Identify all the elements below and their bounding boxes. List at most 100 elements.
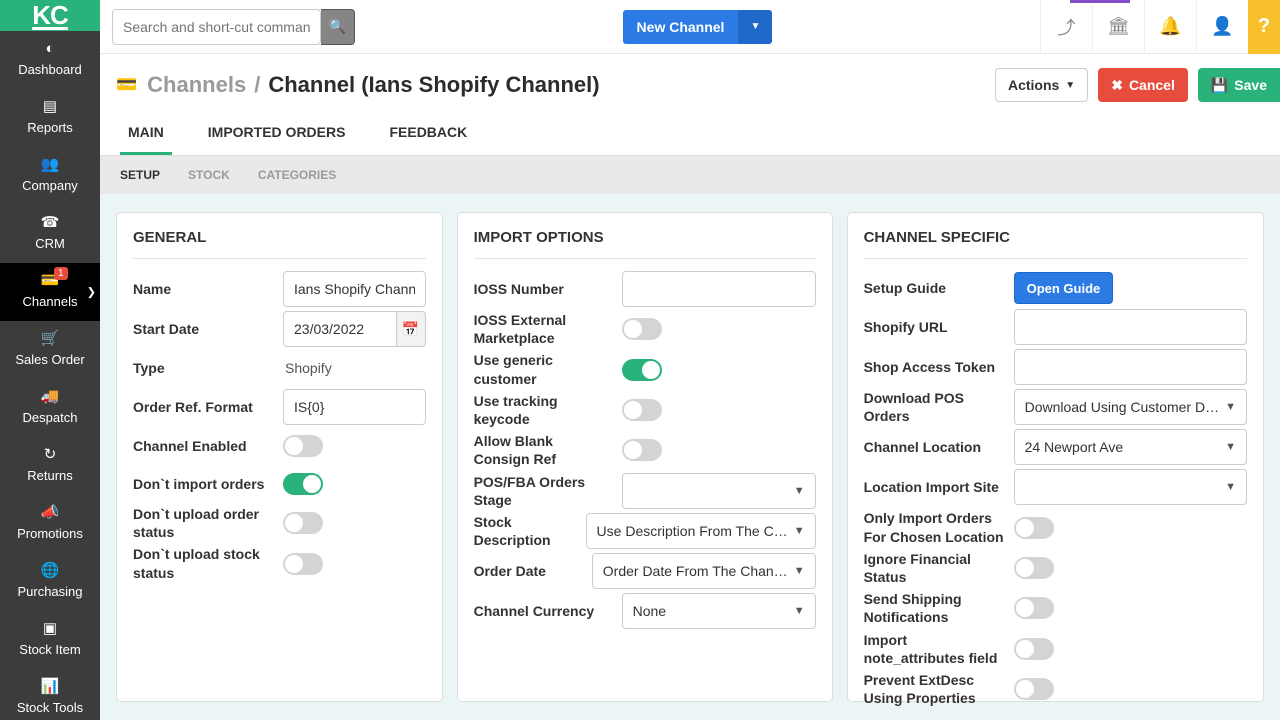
sidebar-item-despatch[interactable]: 🚚 Despatch	[0, 379, 100, 437]
nav-icon: 🚚	[4, 389, 96, 404]
sidebar-item-channels[interactable]: 💳Channels1❯	[0, 263, 100, 321]
brand-logo[interactable]: KC	[0, 0, 100, 31]
note-attr-toggle[interactable]	[1014, 638, 1054, 660]
nav-label: Promotions	[17, 526, 83, 541]
tab-main[interactable]: MAIN	[120, 112, 172, 155]
channel-icon: 💳	[116, 75, 137, 95]
cancel-button[interactable]: ✖Cancel	[1098, 68, 1188, 102]
breadcrumb-root[interactable]: Channels	[147, 72, 246, 98]
order-date-select[interactable]: Order Date From The Chan…▼	[592, 553, 816, 589]
nav-label: Sales Order	[15, 352, 84, 367]
new-channel-button[interactable]: New Channel	[623, 10, 739, 44]
tab-imported-orders[interactable]: IMPORTED ORDERS	[200, 112, 354, 155]
channel-enabled-toggle[interactable]	[283, 435, 323, 457]
ioss-external-toggle[interactable]	[622, 318, 662, 340]
access-token-input[interactable]	[1014, 349, 1247, 385]
help-button[interactable]: ?	[1248, 0, 1280, 54]
dont-upload-order-toggle[interactable]	[283, 512, 323, 534]
subtab-setup[interactable]: SETUP	[120, 168, 160, 182]
actions-button[interactable]: Actions▼	[995, 68, 1088, 102]
sidebar-item-stock-tools[interactable]: 📊 Stock Tools	[0, 669, 100, 720]
chevron-down-icon: ▼	[1225, 441, 1236, 453]
dont-upload-stock-toggle[interactable]	[283, 553, 323, 575]
sidebar-item-promotions[interactable]: 📣 Promotions	[0, 495, 100, 553]
nav-label: Returns	[27, 468, 73, 483]
nav-icon: ◐	[4, 41, 96, 56]
nav-label: Company	[22, 178, 78, 193]
sidebar-item-company[interactable]: 👥 Company	[0, 147, 100, 205]
chevron-down-icon: ▼	[1225, 401, 1236, 413]
subtab-categories[interactable]: CATEGORIES	[258, 168, 336, 182]
nav-label: Despatch	[23, 410, 78, 425]
generic-customer-toggle[interactable]	[622, 359, 662, 381]
chevron-right-icon: ❯	[87, 286, 96, 299]
nav-icon: 📊	[4, 679, 96, 694]
chevron-down-icon: ▼	[751, 21, 761, 32]
sidebar-item-purchasing[interactable]: 🌐Purchasing	[0, 553, 100, 611]
open-guide-button[interactable]: Open Guide	[1014, 272, 1114, 304]
nav-icon: 📣	[4, 505, 96, 520]
page-title: Channel (Ians Shopify Channel)	[268, 72, 599, 98]
sidebar-item-reports[interactable]: ▤ Reports	[0, 89, 100, 147]
panel-general: GENERAL Name Start Date📅 TypeShopify Ord…	[116, 212, 443, 702]
search-button[interactable]: 🔍	[321, 9, 355, 45]
type-readonly: Shopify	[283, 360, 426, 376]
sidebar-item-sales-order[interactable]: 🛒 Sales Order	[0, 321, 100, 379]
chevron-down-icon: ▼	[1065, 80, 1075, 91]
avatar[interactable]: 👤	[1196, 0, 1248, 54]
notifications-icon[interactable]: 🔔	[1144, 0, 1196, 54]
shipping-notif-toggle[interactable]	[1014, 597, 1054, 619]
channel-location-select[interactable]: 24 Newport Ave▼	[1014, 429, 1247, 465]
search-input[interactable]	[112, 9, 321, 45]
start-date-input[interactable]	[283, 311, 397, 347]
import-site-select[interactable]: ▼	[1014, 469, 1247, 505]
ioss-input[interactable]	[622, 271, 816, 307]
nav-icon: 👥	[4, 157, 96, 172]
pos-orders-select[interactable]: Download Using Customer D…▼	[1014, 389, 1247, 425]
nav-label: Channels	[23, 294, 78, 309]
nav-label: Reports	[27, 120, 73, 135]
search: 🔍	[112, 9, 355, 45]
shopify-url-input[interactable]	[1014, 309, 1247, 345]
sidebar-item-crm[interactable]: ☎ CRM	[0, 205, 100, 263]
only-location-toggle[interactable]	[1014, 517, 1054, 539]
extdesc-toggle[interactable]	[1014, 678, 1054, 700]
nav-icon: 🛒	[4, 331, 96, 346]
order-ref-input[interactable]	[283, 389, 426, 425]
name-input[interactable]	[283, 271, 426, 307]
nav-label: CRM	[35, 236, 65, 251]
nav-icon: ▤	[4, 99, 96, 114]
nav-label: Stock Item	[19, 642, 80, 657]
calendar-icon: 📅	[402, 321, 419, 338]
panel-title: GENERAL	[133, 229, 426, 259]
nav-label: Stock Tools	[17, 700, 83, 715]
logout-icon[interactable]: ⤴	[1040, 0, 1092, 54]
chevron-down-icon: ▼	[794, 565, 805, 577]
pos-stage-select[interactable]: ▼	[622, 473, 816, 509]
panel-import-options: IMPORT OPTIONS IOSS Number IOSS External…	[457, 212, 833, 702]
save-icon: 💾	[1211, 77, 1228, 94]
stock-desc-select[interactable]: Use Description From The C…▼	[586, 513, 816, 549]
panel-title: CHANNEL SPECIFIC	[864, 229, 1247, 259]
sidebar-item-stock-item[interactable]: ▣Stock Item	[0, 611, 100, 669]
currency-select[interactable]: None▼	[622, 593, 816, 629]
subtab-stock[interactable]: STOCK	[188, 168, 230, 182]
consign-toggle[interactable]	[622, 439, 662, 461]
breadcrumb: Channels / Channel (Ians Shopify Channel…	[147, 72, 599, 98]
topbar: 🔍 New Channel ▼ ⤴ 🏛 🔔 👤 ?	[100, 0, 1280, 54]
nav-icon: ☎	[4, 215, 96, 230]
sidebar: KC ◐Dashboard ▤ Reports 👥 Company ☎ CRM 💳Channe…	[0, 0, 100, 720]
search-icon: 🔍	[329, 18, 346, 35]
ignore-financial-toggle[interactable]	[1014, 557, 1054, 579]
new-channel-dropdown[interactable]: ▼	[738, 10, 772, 44]
dont-import-toggle[interactable]	[283, 473, 323, 495]
tab-feedback[interactable]: FEEDBACK	[381, 112, 475, 155]
sidebar-item-returns[interactable]: ↻Returns	[0, 437, 100, 495]
building-icon[interactable]: 🏛	[1092, 0, 1144, 54]
save-button[interactable]: 💾Save	[1198, 68, 1280, 102]
date-picker-button[interactable]: 📅	[397, 311, 426, 347]
close-icon: ✖	[1111, 77, 1123, 94]
chevron-down-icon: ▼	[1225, 481, 1236, 493]
tracking-keycode-toggle[interactable]	[622, 399, 662, 421]
sidebar-item-dashboard[interactable]: ◐Dashboard	[0, 31, 100, 89]
